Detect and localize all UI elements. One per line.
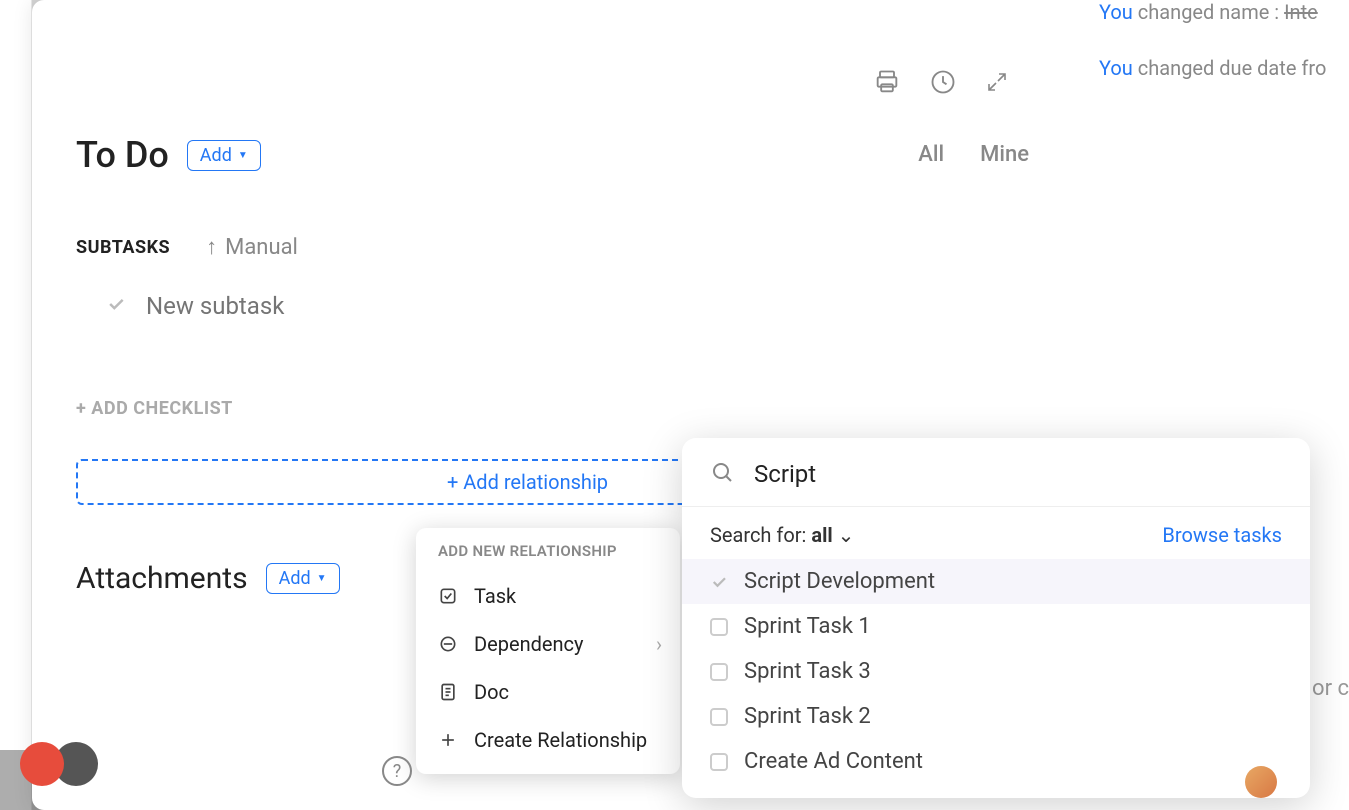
page-title: To Do bbox=[76, 134, 169, 176]
doc-icon bbox=[438, 682, 458, 702]
check-icon bbox=[710, 573, 728, 591]
search-result-item[interactable]: Sprint Task 3 bbox=[682, 649, 1310, 694]
search-result-item[interactable]: Sprint Task 2 bbox=[682, 694, 1310, 739]
menu-item-dependency[interactable]: Dependency › bbox=[416, 620, 680, 668]
search-result-item[interactable]: Sprint Task 1 bbox=[682, 604, 1310, 649]
add-button[interactable]: Add ▼ bbox=[187, 140, 261, 171]
result-label: Sprint Task 3 bbox=[744, 659, 871, 684]
result-label: Sprint Task 1 bbox=[744, 614, 871, 639]
new-subtask-input[interactable] bbox=[146, 292, 457, 320]
dependency-icon bbox=[438, 634, 458, 654]
relationship-menu: ADD NEW RELATIONSHIP Task Dependency › D… bbox=[416, 528, 680, 774]
result-label: Sprint Task 2 bbox=[744, 704, 871, 729]
activity-item: You changed due date fro bbox=[1099, 56, 1349, 80]
plus-icon bbox=[438, 730, 458, 750]
search-input[interactable] bbox=[754, 460, 1282, 488]
or-text: or c bbox=[1312, 676, 1349, 701]
sort-manual[interactable]: ↑ Manual bbox=[206, 234, 298, 260]
arrow-up-icon: ↑ bbox=[206, 234, 217, 260]
search-result-item[interactable]: Create Ad Content bbox=[682, 739, 1310, 784]
activity-item: You changed name : Inte bbox=[1099, 0, 1349, 24]
search-filter[interactable]: Search for: all ⌄ bbox=[710, 523, 854, 547]
chevron-right-icon: › bbox=[656, 632, 662, 656]
tab-all[interactable]: All bbox=[918, 142, 944, 167]
search-result-item[interactable]: Script Development bbox=[682, 559, 1310, 604]
result-label: Create Ad Content bbox=[744, 749, 923, 774]
browse-tasks-link[interactable]: Browse tasks bbox=[1162, 523, 1282, 547]
task-icon bbox=[438, 586, 458, 606]
attachments-title: Attachments bbox=[76, 561, 248, 596]
check-icon bbox=[710, 753, 728, 771]
menu-header: ADD NEW RELATIONSHIP bbox=[416, 542, 680, 572]
add-checklist-button[interactable]: + ADD CHECKLIST bbox=[76, 398, 1309, 419]
sidebar bbox=[0, 0, 32, 810]
menu-item-task[interactable]: Task bbox=[416, 572, 680, 620]
expand-icon[interactable] bbox=[985, 70, 1009, 98]
menu-item-doc[interactable]: Doc bbox=[416, 668, 680, 716]
check-icon bbox=[710, 618, 728, 636]
help-icon[interactable]: ? bbox=[382, 756, 412, 786]
check-icon bbox=[710, 663, 728, 681]
result-label: Script Development bbox=[744, 569, 935, 594]
check-icon bbox=[106, 294, 126, 318]
caret-down-icon: ▼ bbox=[317, 573, 327, 584]
tab-mine[interactable]: Mine bbox=[980, 142, 1029, 167]
search-icon bbox=[710, 460, 734, 488]
print-icon[interactable] bbox=[873, 68, 901, 100]
search-popup: Search for: all ⌄ Browse tasks Script De… bbox=[682, 438, 1310, 798]
avatar[interactable] bbox=[1245, 766, 1277, 798]
activity-log: You changed name : Inte You changed due … bbox=[1099, 0, 1349, 112]
caret-down-icon: ▼ bbox=[238, 150, 248, 161]
add-attachment-button[interactable]: Add ▼ bbox=[266, 563, 340, 594]
subtasks-label: SUBTASKS bbox=[76, 237, 170, 258]
avatar-badge[interactable] bbox=[20, 742, 64, 786]
chevron-down-icon: ⌄ bbox=[838, 523, 855, 547]
history-icon[interactable] bbox=[929, 68, 957, 100]
menu-item-create[interactable]: Create Relationship bbox=[416, 716, 680, 764]
check-icon bbox=[710, 708, 728, 726]
